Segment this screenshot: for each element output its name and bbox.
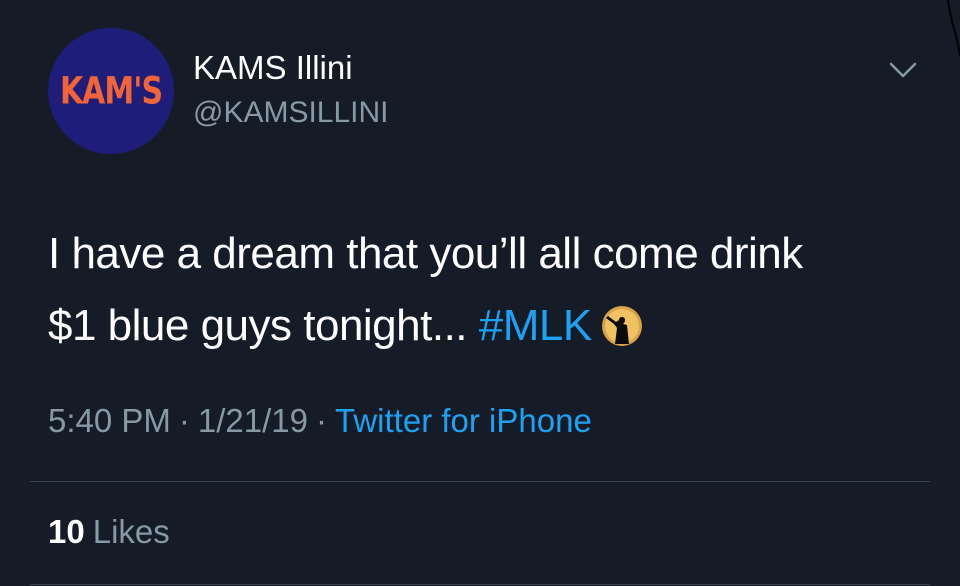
meta-separator: ·	[316, 402, 328, 439]
tweet-text-line-2: $1 blue guys tonight... #MLK	[48, 290, 928, 362]
display-name[interactable]: KAMS Illini	[193, 48, 353, 88]
chevron-down-icon[interactable]	[888, 58, 918, 82]
tweet-text: I have a dream that you’ll all come drin…	[48, 218, 928, 362]
tweet-source-link[interactable]: Twitter for iPhone	[335, 402, 592, 439]
user-handle[interactable]: @KAMSILLINI	[193, 94, 389, 132]
tweet-date[interactable]: 1/21/19	[198, 402, 308, 439]
meta-separator: ·	[178, 402, 190, 439]
corner-scribble	[947, 0, 960, 57]
divider	[30, 481, 930, 482]
tweet-time[interactable]: 5:40 PM	[48, 402, 171, 439]
tweet-meta: 5:40 PM · 1/21/19 · Twitter for iPhone	[48, 401, 592, 441]
likes-label: Likes	[92, 513, 170, 550]
tweet-detail: KAM'S KAMS Illini @KAMSILLINI I have a d…	[0, 0, 960, 586]
likes-count: 10	[48, 513, 85, 550]
likes-stat[interactable]: 10 Likes	[48, 512, 170, 552]
bottom-divider	[30, 584, 930, 585]
speaker-silhouette-icon	[601, 306, 642, 346]
hashtag-link[interactable]: #MLK	[479, 301, 592, 350]
tweet-text-line-2-body: $1 blue guys tonight...	[48, 301, 479, 350]
avatar[interactable]: KAM'S	[48, 28, 174, 154]
tweet-text-line-1: I have a dream that you’ll all come drin…	[48, 229, 803, 278]
avatar-logo-text: KAM'S	[59, 69, 163, 113]
